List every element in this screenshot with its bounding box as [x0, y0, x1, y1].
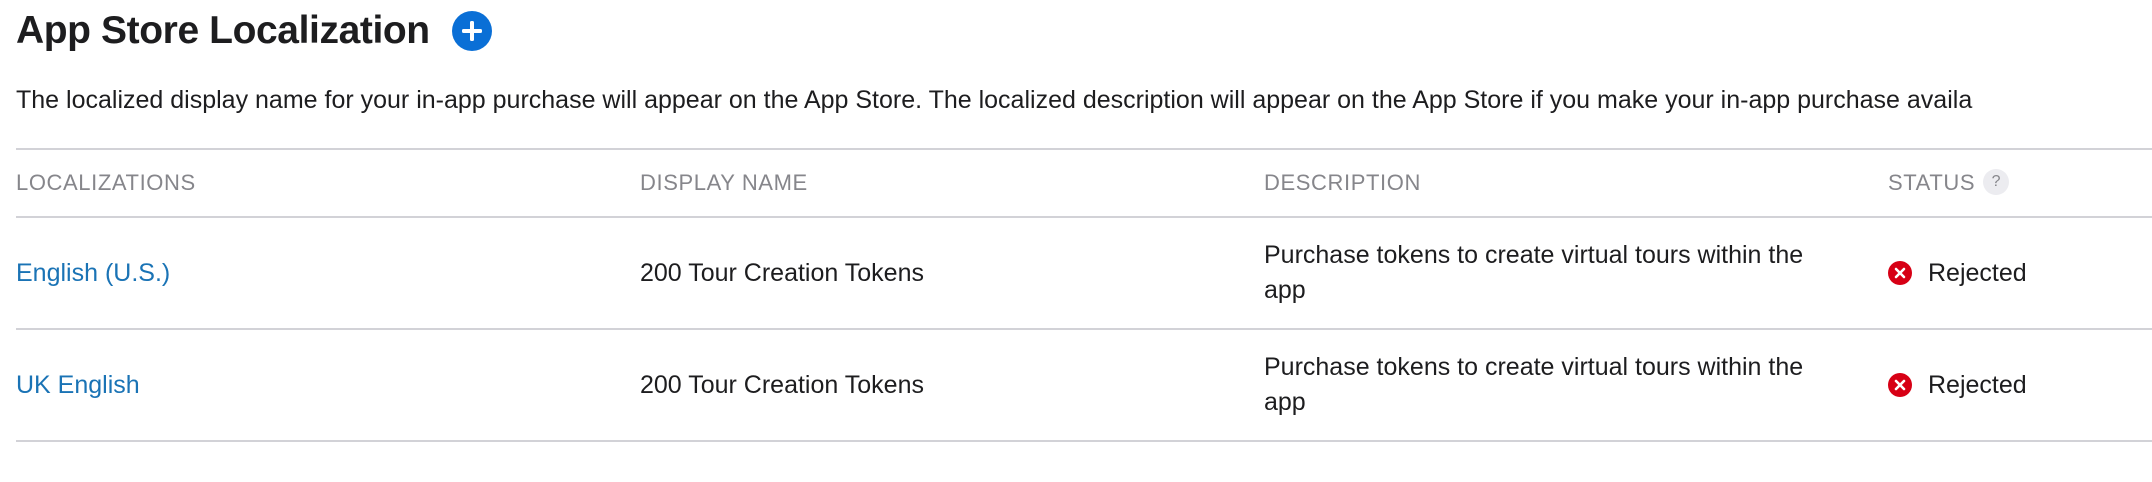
section-description: The localized display name for your in-a…	[16, 86, 1973, 114]
localizations-table: LOCALIZATIONS DISPLAY NAME DESCRIPTION S…	[16, 148, 2152, 442]
table-row: UK English 200 Tour Creation Tokens Purc…	[16, 330, 2152, 440]
status-label: Rejected	[1928, 258, 2027, 287]
section-title: App Store Localization	[16, 9, 430, 52]
table-header: LOCALIZATIONS DISPLAY NAME DESCRIPTION S…	[16, 150, 2152, 216]
status-cell: Rejected	[1888, 218, 2027, 328]
table-divider	[16, 440, 2152, 442]
column-header-status: STATUS?	[1888, 150, 2010, 216]
column-header-localizations: LOCALIZATIONS	[16, 170, 196, 195]
localization-link[interactable]: English (U.S.)	[16, 218, 170, 328]
description-cell: Purchase tokens to create virtual tours …	[1264, 241, 1804, 304]
status-label: Rejected	[1928, 370, 2027, 399]
column-header-status-label: STATUS	[1888, 170, 1976, 195]
question-circle-icon[interactable]: ?	[1983, 169, 2010, 196]
column-header-display-name: DISPLAY NAME	[640, 170, 808, 195]
plus-circle-icon	[461, 21, 482, 41]
section-header: App Store Localization	[16, 8, 492, 54]
localization-link[interactable]: UK English	[16, 330, 140, 440]
status-cell: Rejected	[1888, 330, 2027, 440]
x-circle-icon	[1888, 373, 1912, 397]
table-row: English (U.S.) 200 Tour Creation Tokens …	[16, 218, 2152, 328]
add-localization-button[interactable]	[451, 11, 492, 51]
app-store-localization-section: App Store Localization The localized dis…	[16, 0, 2152, 482]
display-name-cell: 200 Tour Creation Tokens	[640, 370, 924, 399]
description-cell: Purchase tokens to create virtual tours …	[1264, 353, 1804, 416]
display-name-cell: 200 Tour Creation Tokens	[640, 258, 924, 287]
column-header-description: DESCRIPTION	[1264, 170, 1421, 195]
x-circle-icon	[1888, 261, 1912, 285]
